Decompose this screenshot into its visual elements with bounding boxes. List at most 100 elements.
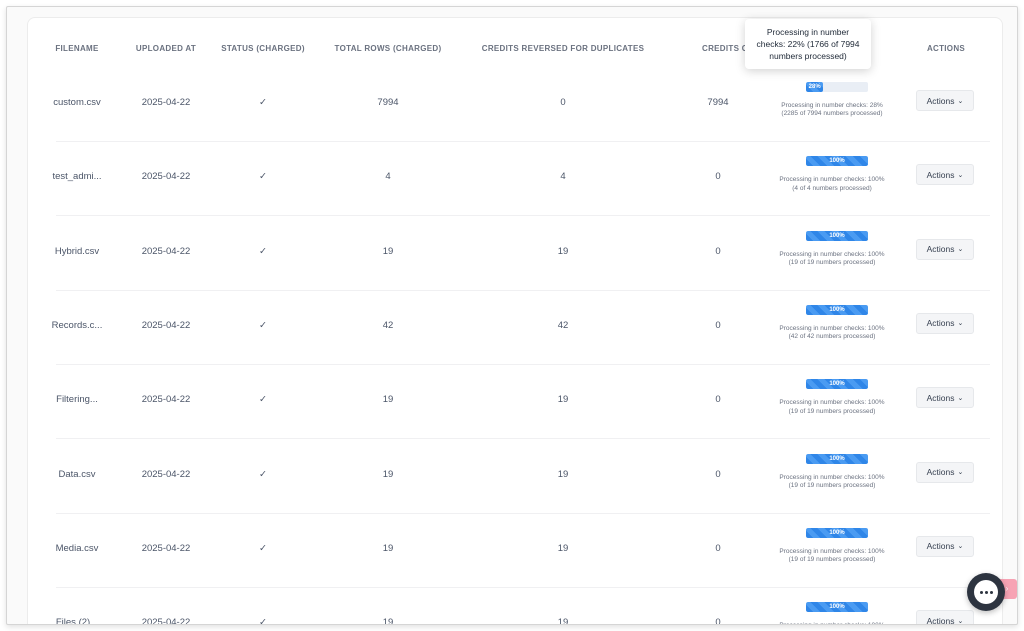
- chevron-down-icon: ⌄: [957, 469, 964, 476]
- cell-actions: Actions ⌄: [910, 238, 982, 261]
- chat-widget[interactable]: ›: [967, 573, 1017, 613]
- table-row: Media.csv 2025-04-22 ✓ 19 19 0 100% Proc…: [28, 514, 1002, 588]
- actions-label: Actions: [926, 392, 955, 403]
- table-row: Files (2)... 2025-04-22 ✓ 19 19 0 100% P…: [28, 588, 1002, 625]
- progress-bar[interactable]: 28%: [806, 82, 868, 92]
- cell-credits-charged: 0: [715, 617, 721, 625]
- progress-tooltip: Processing in number checks: 22% (1766 o…: [745, 19, 871, 69]
- progress-percent: 100%: [829, 381, 845, 388]
- cell-credits-reversed: 4: [560, 171, 566, 183]
- cell-credits-reversed: 19: [557, 394, 569, 406]
- cell-total-rows: 19: [382, 542, 394, 554]
- table-row: Data.csv 2025-04-22 ✓ 19 19 0 100% Proce…: [28, 440, 1002, 514]
- cell-uploaded-at: 2025-04-22: [141, 171, 191, 183]
- cell-uploaded-at: 2025-04-22: [141, 468, 191, 480]
- status-check-icon: ✓: [259, 245, 267, 257]
- cell-actions: Actions ⌄: [910, 90, 982, 112]
- actions-button[interactable]: Actions ⌄: [916, 387, 974, 409]
- cell-total-rows: 19: [382, 468, 394, 480]
- cell-credits-reversed: 19: [557, 245, 569, 257]
- header-actions: ACTIONS: [926, 44, 966, 53]
- table-row: Filtering... 2025-04-22 ✓ 19 19 0 100% P…: [28, 365, 1002, 440]
- cell-progress: 100% Processing in number checks: 100% (…: [777, 156, 887, 206]
- table-row: Hybrid.csv 2025-04-22 ✓ 19 19 0 100% Pro…: [28, 217, 1002, 291]
- cell-uploaded-at: 2025-04-22: [141, 97, 191, 108]
- cell-credits-charged: 0: [715, 171, 721, 183]
- actions-label: Actions: [926, 244, 955, 255]
- cell-progress: 100% Processing in number checks: 100% (…: [777, 453, 887, 504]
- actions-button[interactable]: Actions ⌄: [916, 90, 974, 111]
- cell-total-rows: 19: [382, 245, 394, 257]
- cell-progress: 28% Processing in number checks: 28% (22…: [777, 82, 887, 132]
- chevron-down-icon: ⌄: [957, 97, 964, 105]
- actions-button[interactable]: Actions ⌄: [916, 535, 974, 557]
- progress-bar[interactable]: 100%: [806, 527, 868, 538]
- cell-total-rows: 19: [382, 394, 394, 406]
- chat-bubble-icon[interactable]: [967, 573, 1005, 611]
- actions-button[interactable]: Actions ⌄: [916, 164, 974, 186]
- header-total-rows[interactable]: TOTAL ROWS (CHARGED): [333, 44, 443, 53]
- progress-bar[interactable]: 100%: [806, 602, 868, 613]
- progress-percent: 100%: [829, 455, 845, 462]
- progress-percent: 100%: [829, 529, 845, 536]
- progress-percent: 100%: [829, 232, 845, 239]
- chevron-down-icon: ⌄: [957, 617, 964, 625]
- status-check-icon: ✓: [259, 542, 267, 554]
- cell-credits-charged: 0: [715, 394, 721, 406]
- progress-bar[interactable]: 100%: [806, 304, 868, 315]
- progress-bar[interactable]: 100%: [806, 379, 868, 390]
- cell-filename: test_admi...: [52, 171, 102, 183]
- header-credits-reversed[interactable]: CREDITS REVERSED FOR DUPLICATES: [473, 44, 653, 53]
- progress-bar[interactable]: 100%: [806, 453, 868, 464]
- progress-text: Processing in number checks: 100% (19 of…: [779, 250, 885, 266]
- actions-label: Actions: [926, 318, 955, 329]
- progress-text: Processing in number checks: 100% (19 of…: [779, 547, 885, 564]
- status-check-icon: ✓: [259, 468, 267, 480]
- header-filename[interactable]: FILENAME: [42, 44, 112, 53]
- cell-credits-charged: 0: [715, 468, 721, 480]
- cell-uploaded-at: 2025-04-22: [141, 542, 191, 554]
- header-status[interactable]: STATUS (CHARGED): [218, 44, 308, 53]
- progress-bar[interactable]: 100%: [806, 156, 868, 167]
- progress-text: Processing in number checks: 100% (19 of…: [777, 622, 887, 624]
- cell-filename: Hybrid.csv: [54, 245, 100, 257]
- cell-credits-charged: 0: [715, 245, 721, 257]
- actions-label: Actions: [926, 95, 955, 106]
- cell-actions: Actions ⌄: [910, 535, 982, 558]
- cell-credits-reversed: 19: [557, 468, 569, 480]
- header-uploaded-at[interactable]: UPLOADED AT: [128, 44, 204, 53]
- cell-uploaded-at: 2025-04-22: [141, 245, 191, 257]
- cell-actions: Actions ⌄: [910, 164, 982, 186]
- progress-percent: 100%: [829, 604, 845, 611]
- chat-dots-icon: [974, 580, 998, 604]
- progress-text: Processing in number checks: 100% (42 of…: [779, 324, 885, 341]
- table-row: custom.csv 2025-04-22 ✓ 7994 0 7994 28% …: [28, 68, 1002, 142]
- cell-uploaded-at: 2025-04-22: [141, 617, 191, 625]
- cell-filename: Records.c...: [51, 319, 103, 331]
- cell-credits-reversed: 19: [557, 542, 569, 554]
- cell-actions: Actions ⌄: [910, 387, 982, 409]
- progress-text: Processing in number checks: 100% (4 of …: [779, 176, 885, 192]
- actions-label: Actions: [926, 467, 955, 477]
- cell-filename: Filtering...: [56, 394, 98, 406]
- cell-total-rows: 4: [385, 171, 391, 183]
- cell-credits-reversed: 19: [557, 617, 569, 625]
- cell-filename: Data.csv: [58, 468, 96, 480]
- actions-button[interactable]: Actions ⌄: [916, 461, 974, 483]
- progress-text: Processing in number checks: 100% (19 of…: [779, 473, 885, 489]
- cell-filename: Files (2)...: [55, 617, 99, 625]
- actions-button[interactable]: Actions ⌄: [916, 610, 974, 625]
- status-check-icon: ✓: [259, 171, 267, 183]
- actions-button[interactable]: Actions ⌄: [916, 238, 974, 260]
- actions-label: Actions: [926, 541, 955, 552]
- progress-bar[interactable]: 100%: [806, 230, 868, 241]
- progress-percent: 100%: [829, 306, 845, 313]
- actions-label: Actions: [926, 169, 955, 180]
- chevron-down-icon: ⌄: [957, 246, 964, 254]
- chevron-down-icon: ⌄: [957, 543, 964, 551]
- cell-credits-charged: 7994: [707, 97, 729, 108]
- cell-progress: 100% Processing in number checks: 100% (…: [777, 230, 887, 281]
- progress-percent: 28%: [808, 84, 821, 90]
- actions-button[interactable]: Actions ⌄: [916, 312, 974, 334]
- status-check-icon: ✓: [259, 319, 267, 331]
